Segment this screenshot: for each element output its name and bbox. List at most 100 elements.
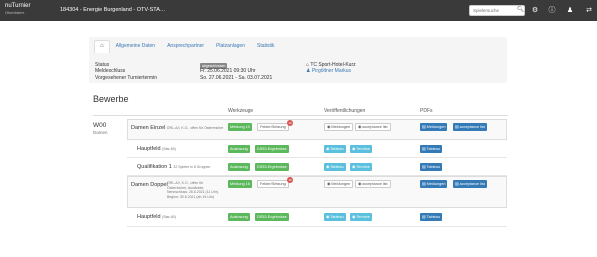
pub-tableau-button[interactable]: ◉ Tableau	[324, 145, 346, 153]
contact-link[interactable]: ♟ Pirgöltner Markus	[306, 68, 351, 74]
pub-label: Meldungen	[331, 125, 351, 129]
app-name: nuTurnier	[5, 3, 31, 9]
pdf-acceptance-button[interactable]: ▤ acceptance list	[453, 123, 487, 131]
tab-platzanlagen[interactable]: Platzanlagen	[210, 40, 251, 53]
pdf-acceptance-button[interactable]: ▤ acceptance list	[453, 180, 487, 188]
contact-name[interactable]: Pirgöltner Markus	[312, 68, 351, 74]
pdf-label: Meldungen	[426, 182, 446, 186]
tournament-date-value: So. 27.06.2021 - Sa. 03.07.2021	[200, 75, 273, 81]
felder-setzung-button[interactable]: Felder/Setzung	[257, 123, 289, 131]
pdf-label: Tableau	[426, 165, 440, 169]
pub-label: Tableau	[330, 165, 344, 169]
pub-tableau-button[interactable]: ◉ Tableau	[324, 163, 346, 171]
eye-icon: ◉	[327, 125, 331, 129]
ergebnisse-button[interactable]: DS53-Ergebnisse	[255, 163, 289, 171]
gear-icon[interactable]: ⚙	[530, 5, 540, 16]
pub-label: acceptance list	[362, 125, 388, 129]
pub-termine-button[interactable]: ◉ Termine	[350, 145, 372, 153]
pdf-meldungen-button[interactable]: ▤ Meldungen	[420, 180, 448, 188]
file-icon: ▤	[422, 215, 426, 219]
event-title[interactable]: Hauptfeld	[137, 146, 161, 152]
tournament-tabs: ⌂ Allgemeine Daten Ansprechpartner Platz…	[94, 40, 281, 53]
event-name[interactable]: Qualifikation 1 32 Spieler in 8 Gruppen	[137, 164, 210, 170]
event-name[interactable]: Hauptfeld (Star-60)	[137, 146, 176, 152]
pub-label: Tableau	[330, 147, 344, 151]
divider	[93, 115, 508, 116]
event-title[interactable]: Damen Einzel	[131, 125, 165, 131]
pub-termine-button[interactable]: ◉ Termine	[350, 213, 372, 221]
event-title[interactable]: Qualifikation 1	[137, 164, 172, 170]
tab-home[interactable]: ⌂	[94, 40, 110, 53]
ergebnisse-button[interactable]: DS53-Ergebnisse	[255, 213, 289, 221]
col-pdfs: PDFs	[420, 108, 433, 114]
pdf-label: acceptance list	[459, 125, 485, 129]
file-icon: ▤	[422, 125, 426, 129]
person-icon: ♟	[306, 68, 311, 74]
eye-icon: ◉	[326, 165, 330, 169]
tournament-breadcrumb[interactable]: 184304 - Energie Burgenland - OTV-STA…	[60, 7, 165, 13]
deadline-label: Meldeschluss	[95, 68, 126, 74]
user-icon[interactable]: ♟	[565, 5, 575, 16]
pub-meldungen-button[interactable]: ◉ Meldungen	[324, 180, 354, 188]
event-title[interactable]: Hauptfeld	[137, 214, 161, 220]
home-icon: ⌂	[100, 43, 104, 49]
pdf-tableau-button[interactable]: ▤ Tableau	[420, 163, 442, 171]
felder-setzung-button[interactable]: Felder/Setzung	[257, 180, 289, 188]
file-icon: ▤	[422, 165, 426, 169]
deadline-value: Fr. 25.06.2021 09:30 Uhr	[200, 68, 256, 74]
group-sub: Damen	[93, 130, 108, 135]
section-heading: Bewerbe	[93, 94, 129, 104]
pdf-tableau-button[interactable]: ▤ Tableau	[420, 145, 442, 153]
pub-meldungen-button[interactable]: ◉ Meldungen	[324, 123, 354, 131]
tab-allgemeine-daten[interactable]: Allgemeine Daten	[110, 40, 161, 53]
pub-acceptance-button[interactable]: ◉ acceptance list	[355, 123, 391, 131]
search-icon[interactable]: 🔍︎	[516, 6, 525, 15]
event-info: ÖRL-A/I, K.O., offen für Österreicher, A…	[167, 181, 220, 199]
pdf-label: Tableau	[426, 147, 440, 151]
notification-badge: 16	[287, 177, 293, 183]
eye-icon: ◉	[358, 125, 362, 129]
meldung-button[interactable]: Meldung 10	[228, 123, 252, 131]
event-info: ÖRL-A/I, K.O., offen für Österreicher	[166, 126, 224, 130]
pdf-tableau-button[interactable]: ▤ Tableau	[420, 213, 442, 221]
pub-label: Tableau	[330, 215, 344, 219]
event-name[interactable]: Hauptfeld (Star-60)	[137, 214, 176, 220]
info-circle-icon[interactable]: ⓘ	[547, 5, 557, 16]
ergebnisse-button[interactable]: DS53-Ergebnisse	[255, 145, 289, 153]
tab-statistik[interactable]: Statistik	[251, 40, 281, 53]
pdf-meldungen-button[interactable]: ▤ Meldungen	[420, 123, 448, 131]
auslosung-button[interactable]: Auslosung	[228, 163, 250, 171]
file-icon: ▤	[422, 182, 426, 186]
pub-tableau-button[interactable]: ◉ Tableau	[324, 213, 346, 221]
tournament-date-label: Vorgesehener Turniertermin	[95, 75, 157, 81]
event-title[interactable]: Damen Doppel	[131, 182, 168, 188]
event-name[interactable]: Damen Doppel	[131, 182, 168, 188]
tab-ansprechpartner[interactable]: Ansprechpartner	[161, 40, 210, 53]
swap-icon[interactable]: ⇄	[584, 5, 594, 16]
col-veroeffentlichungen: Veröffentlichungen	[324, 108, 366, 114]
auslosung-button[interactable]: Auslosung	[228, 213, 250, 221]
auslosung-button[interactable]: Auslosung	[228, 145, 250, 153]
pdf-label: Tableau	[426, 215, 440, 219]
pub-label: Termine	[356, 215, 370, 219]
group-label: W00 Damen	[93, 122, 108, 135]
pub-label: acceptance list	[362, 182, 388, 186]
event-row-hauptfeld-doppel	[127, 208, 507, 227]
app-logo[interactable]: nuTurnier Oberösterr.	[5, 3, 30, 16]
pdf-label: Meldungen	[426, 125, 446, 129]
eye-icon: ◉	[326, 215, 330, 219]
file-icon: ▤	[455, 125, 459, 129]
pub-termine-button[interactable]: ◉ Termine	[350, 163, 372, 171]
eye-icon: ◉	[358, 182, 362, 186]
file-icon: ▤	[455, 182, 459, 186]
pub-label: Termine	[356, 147, 370, 151]
event-info: (Star-60)	[162, 215, 176, 219]
pub-label: Termine	[356, 165, 370, 169]
eye-icon: ◉	[327, 182, 331, 186]
eye-icon: ◉	[352, 147, 356, 151]
meldung-button[interactable]: Meldung 16	[228, 180, 252, 188]
eye-icon: ◉	[326, 147, 330, 151]
pub-acceptance-button[interactable]: ◉ acceptance list	[355, 180, 391, 188]
app-subtitle: Oberösterr.	[5, 10, 26, 15]
event-name[interactable]: Damen Einzel ÖRL-A/I, K.O., offen für Ös…	[131, 125, 223, 131]
